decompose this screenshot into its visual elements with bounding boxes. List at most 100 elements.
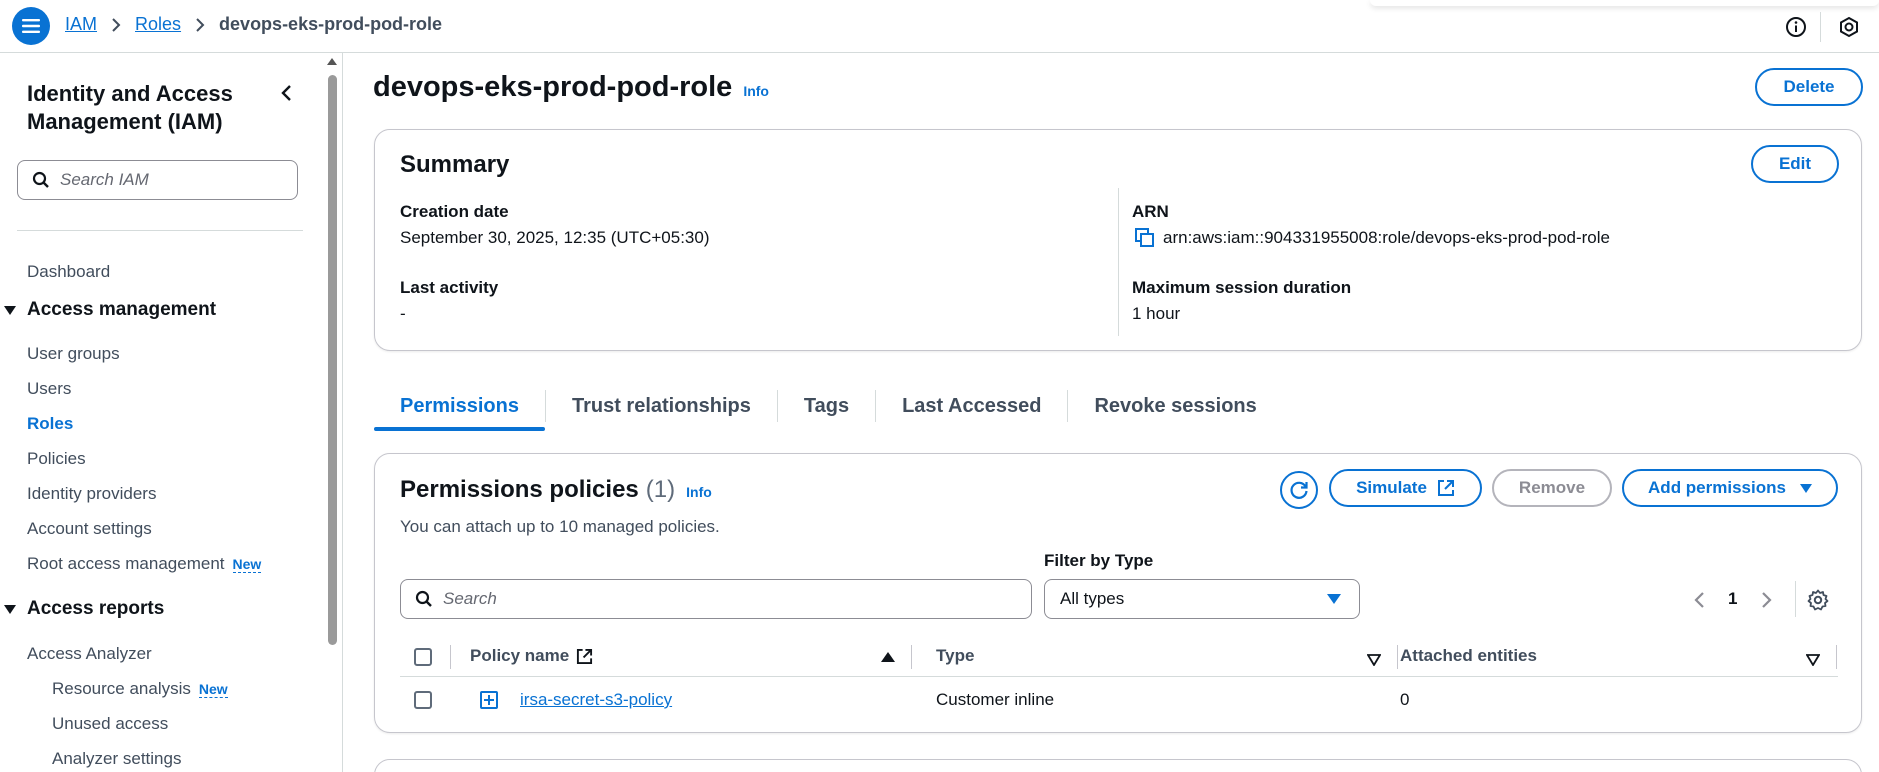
select-all-checkbox[interactable] — [414, 648, 432, 666]
hexagon-settings-icon[interactable] — [1837, 15, 1861, 39]
top-shadow-strip — [1370, 0, 1879, 6]
external-link-icon — [577, 648, 593, 664]
sidebar-title: Identity and Access Management (IAM) — [27, 81, 233, 134]
previous-page-button[interactable] — [1693, 591, 1705, 614]
page-number[interactable]: 1 — [1728, 589, 1737, 609]
info-link[interactable]: Info — [686, 484, 712, 500]
row-checkbox[interactable] — [414, 691, 432, 709]
hamburger-menu-icon — [22, 19, 40, 33]
policies-table-header: Policy name Type Attached entities — [400, 637, 1838, 677]
search-icon — [415, 590, 432, 607]
column-header-policy-name[interactable]: Policy name — [470, 646, 593, 666]
sidebar-item-identity-providers[interactable]: Identity providers — [27, 484, 156, 504]
sidebar-item-account-settings[interactable]: Account settings — [27, 519, 152, 539]
breadcrumb: IAM Roles devops-eks-prod-pod-role — [65, 14, 442, 35]
gear-icon — [1807, 589, 1829, 611]
new-badge: New — [198, 681, 228, 698]
expand-row-icon[interactable] — [480, 691, 498, 709]
tab-last-accessed[interactable]: Last Accessed — [876, 381, 1067, 431]
sidebar-section-label: Access management — [27, 299, 217, 320]
simulate-button[interactable]: Simulate — [1329, 469, 1482, 507]
sidebar-section-access-management[interactable]: Access management — [4, 299, 216, 321]
max-session-value: 1 hour — [1132, 304, 1181, 323]
policy-name-link[interactable]: irsa-secret-s3-policy — [520, 690, 672, 710]
sort-ascending-icon[interactable] — [881, 652, 895, 662]
sidebar-scrollbar-thumb[interactable] — [328, 75, 337, 645]
caret-down-icon — [1327, 594, 1341, 604]
last-activity-value: - — [400, 304, 406, 323]
sidebar-item-roles[interactable]: Roles — [27, 414, 73, 434]
column-divider — [450, 645, 451, 669]
page-title-text: devops-eks-prod-pod-role — [373, 71, 733, 103]
sidebar-item-root-access-management[interactable]: Root access management New — [27, 554, 262, 574]
policy-search-input[interactable] — [443, 589, 1023, 609]
creation-date-label: Creation date — [400, 202, 509, 221]
add-permissions-label: Add permissions — [1648, 478, 1786, 497]
page-title: devops-eks-prod-pod-role Info — [373, 71, 769, 104]
filter-selected-value: All types — [1060, 589, 1125, 608]
caret-down-icon — [4, 604, 16, 614]
menu-button[interactable] — [12, 7, 50, 45]
column-header-attached-entities[interactable]: Attached entities — [1400, 646, 1537, 666]
sidebar-divider — [17, 230, 303, 231]
tab-trust-relationships[interactable]: Trust relationships — [546, 381, 777, 431]
remove-button[interactable]: Remove — [1492, 469, 1612, 507]
top-divider — [1820, 12, 1821, 42]
column-header-type[interactable]: Type — [936, 646, 974, 666]
sidebar-item-user-groups[interactable]: User groups — [27, 344, 120, 364]
sidebar-item-analyzer-settings[interactable]: Analyzer settings — [52, 749, 181, 769]
chevron-left-icon — [281, 85, 291, 101]
column-divider — [1836, 645, 1837, 669]
scroll-up-arrow-icon[interactable] — [327, 58, 337, 65]
collapse-sidebar-button[interactable] — [274, 81, 298, 105]
add-permissions-button[interactable]: Add permissions — [1622, 469, 1838, 507]
tab-bar: Permissions Trust relationships Tags Las… — [374, 381, 1283, 431]
tab-revoke-sessions[interactable]: Revoke sessions — [1068, 381, 1282, 431]
chevron-right-icon — [195, 17, 205, 32]
column-divider — [1118, 188, 1119, 336]
sidebar-section-access-reports[interactable]: Access reports — [4, 598, 164, 620]
info-link[interactable]: Info — [743, 83, 769, 99]
column-divider — [1397, 645, 1398, 669]
sidebar-search-input[interactable] — [60, 170, 280, 190]
policy-search[interactable] — [400, 579, 1032, 619]
simulate-label: Simulate — [1356, 478, 1427, 497]
refresh-icon — [1290, 481, 1308, 499]
new-badge: New — [232, 556, 262, 573]
sidebar-section-label: Access reports — [27, 598, 165, 619]
arn-label: ARN — [1132, 202, 1169, 221]
sidebar-item-label: Root access management — [27, 554, 225, 573]
tab-permissions[interactable]: Permissions — [374, 381, 545, 431]
last-activity-label: Last activity — [400, 278, 499, 297]
sidebar-item-users[interactable]: Users — [27, 379, 71, 399]
table-settings-button[interactable] — [1807, 589, 1829, 616]
sort-icon[interactable] — [1366, 651, 1382, 671]
summary-card: Summary Edit Creation date September 30,… — [374, 129, 1862, 351]
sidebar: Identity and Access Management (IAM) Das… — [0, 53, 343, 772]
next-page-button[interactable] — [1761, 591, 1773, 614]
refresh-button[interactable] — [1280, 471, 1318, 509]
info-circle-icon[interactable] — [1784, 15, 1808, 39]
copy-icon[interactable] — [1135, 228, 1155, 248]
sidebar-search[interactable] — [17, 160, 298, 200]
delete-button[interactable]: Delete — [1755, 68, 1863, 106]
sidebar-item-dashboard[interactable]: Dashboard — [27, 262, 110, 282]
permissions-description: You can attach up to 10 managed policies… — [400, 517, 720, 536]
sidebar-item-unused-access[interactable]: Unused access — [52, 714, 168, 734]
permissions-title-text: Permissions policies — [400, 476, 639, 503]
chevron-right-icon — [1762, 592, 1772, 608]
filter-by-type-select[interactable]: All types — [1044, 579, 1360, 619]
permissions-policies-card: Permissions policies (1) Info You can at… — [374, 453, 1862, 733]
column-header-label: Policy name — [470, 646, 570, 665]
tab-tags[interactable]: Tags — [778, 381, 875, 431]
breadcrumb-roles[interactable]: Roles — [135, 14, 181, 35]
breadcrumb-iam[interactable]: IAM — [65, 14, 97, 35]
pager-divider — [1795, 581, 1796, 617]
caret-down-icon — [4, 305, 16, 315]
sidebar-item-policies[interactable]: Policies — [27, 449, 86, 469]
sidebar-item-resource-analysis[interactable]: Resource analysis New — [52, 679, 228, 699]
sort-icon[interactable] — [1805, 651, 1821, 671]
sidebar-item-access-analyzer[interactable]: Access Analyzer — [27, 644, 152, 664]
edit-button[interactable]: Edit — [1751, 145, 1839, 183]
search-icon — [32, 171, 49, 188]
